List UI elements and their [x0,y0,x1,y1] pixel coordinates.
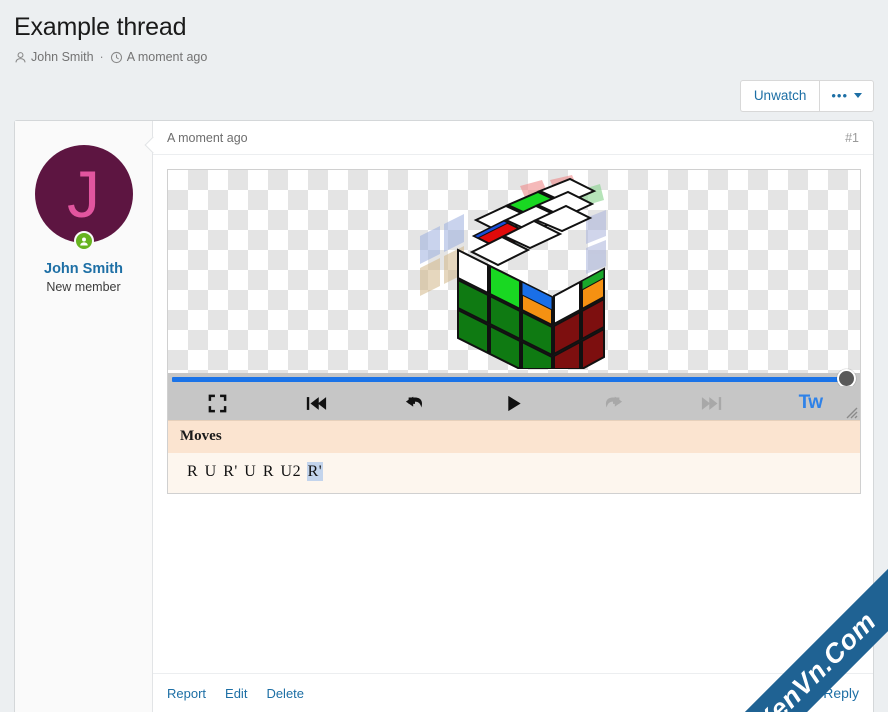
post-author-name[interactable]: John Smith [15,261,152,277]
move-token[interactable]: R [186,462,199,481]
playback-progress-bar[interactable] [168,369,860,388]
move-token[interactable]: R' [222,462,239,481]
fullscreen-icon[interactable] [168,386,267,420]
thread-meta: John Smith · A moment ago [14,48,874,66]
move-token[interactable]: R' [306,462,324,481]
post-author-sidebar: J John Smith New member [15,121,162,712]
post-action-links: Report Edit Delete [167,686,304,701]
thread-toolbar: Unwatch ••• [0,66,888,120]
step-forward-icon[interactable] [563,386,662,420]
page-title: Example thread [14,13,187,41]
play-icon[interactable] [465,386,564,420]
cube-stage[interactable] [168,170,860,373]
toolbar-button-group: Unwatch ••• [739,80,874,112]
post-footer: Report Edit Delete Reply [153,673,873,712]
step-back-icon[interactable] [366,386,465,420]
chevron-down-icon [854,93,862,98]
post-header: A moment ago #1 [153,121,873,155]
moves-sequence[interactable]: R U R' U R U2 R' [168,453,860,493]
post-main: A moment ago #1 Tw Moves R U R' U R U2 R… [153,121,873,712]
post-action-report[interactable]: Report [167,686,206,701]
avatar-letter: J [67,157,100,231]
reply-label: Reply [823,685,859,701]
more-options-button[interactable]: ••• [819,80,874,112]
move-token[interactable]: U [204,462,218,481]
rubiks-cube-3d [168,170,860,373]
brand-text: Tw [798,392,823,413]
skip-to-end-icon[interactable] [662,386,761,420]
ellipsis-icon: ••• [831,88,848,103]
reply-button[interactable]: Reply [802,684,859,702]
skip-to-start-icon[interactable] [267,386,366,420]
player-controls: Tw [168,386,860,420]
post-number[interactable]: #1 [845,131,859,145]
reply-arrow-icon [802,684,817,702]
move-token[interactable]: U2 [280,462,303,481]
post-author-title: New member [46,280,121,294]
page-root: Example thread John Smith · A moment ago… [0,0,888,712]
post-time[interactable]: A moment ago [167,131,248,145]
resize-grip-icon[interactable] [845,406,858,419]
post-action-edit[interactable]: Edit [225,686,247,701]
move-token[interactable]: R [262,462,275,481]
page-header: Example thread John Smith · A moment ago [0,0,888,66]
cube-player-widget: Tw Moves R U R' U R U2 R' [167,169,861,494]
progress-track [172,377,854,382]
avatar[interactable]: J [34,145,133,251]
clock-icon [110,51,123,64]
meta-separator: · [99,50,104,64]
unwatch-button[interactable]: Unwatch [739,80,820,112]
post-container: J John Smith New member A moment ago #1 [14,120,874,712]
move-token[interactable]: U [243,462,257,481]
thread-time: A moment ago [126,50,208,64]
post-body: Tw Moves R U R' U R U2 R' [153,155,873,673]
moves-heading: Moves [168,420,860,453]
user-online-icon [73,231,94,251]
post-action-delete[interactable]: Delete [266,686,304,701]
thread-author[interactable]: John Smith [31,50,94,64]
user-icon [14,51,27,64]
